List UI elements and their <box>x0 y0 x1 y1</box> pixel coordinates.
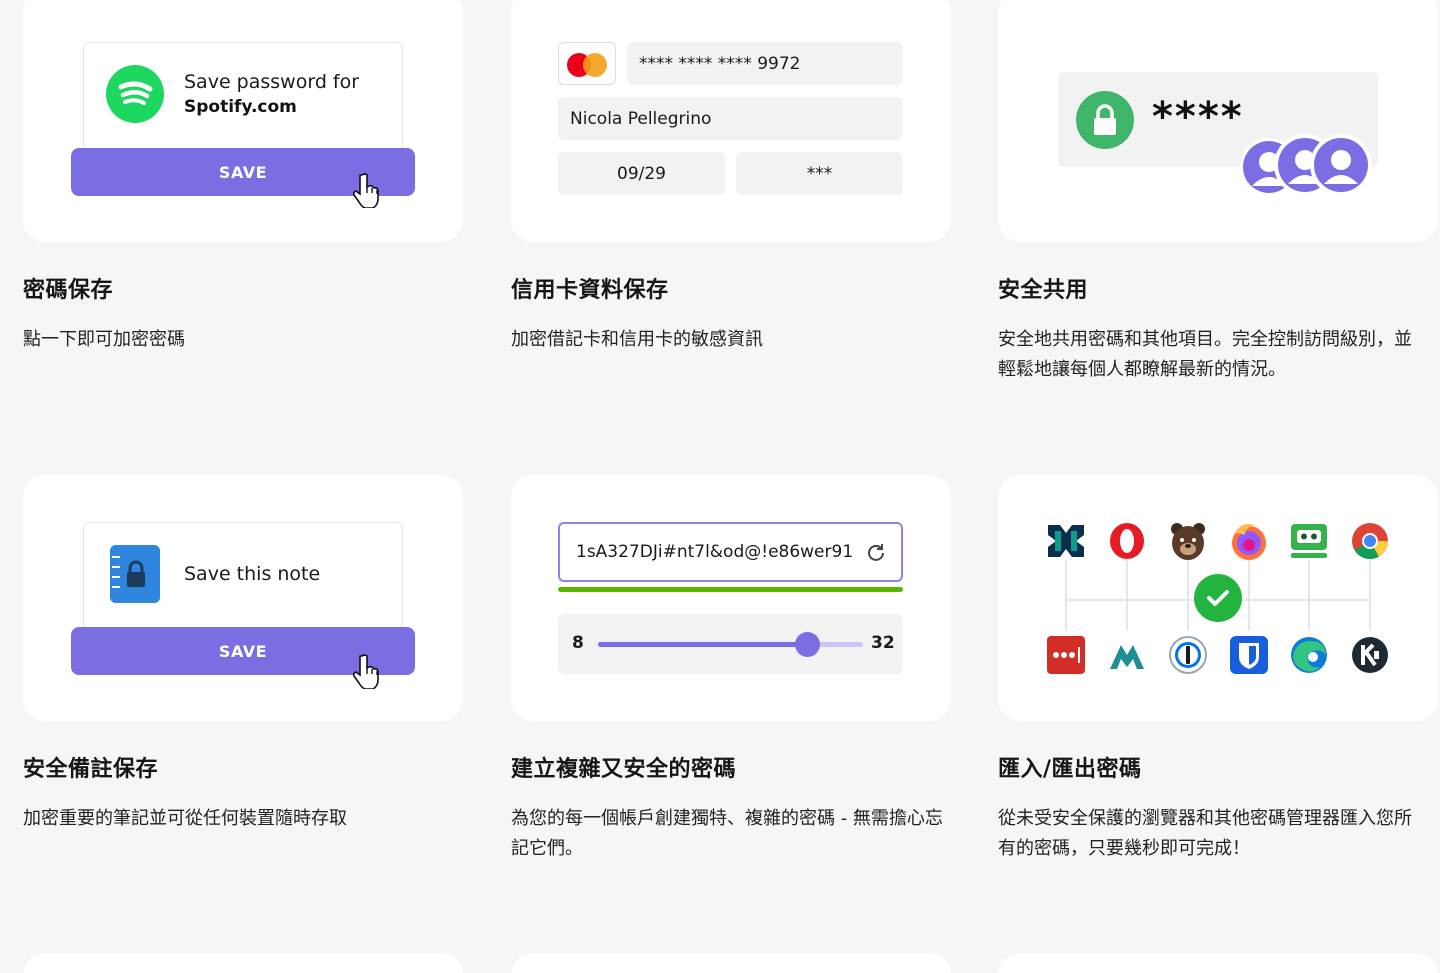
bitwarden-icon <box>1229 635 1269 675</box>
popup-line1: Save password for <box>184 71 360 93</box>
save-note-popup: Save this note <box>83 522 403 632</box>
spotify-icon <box>106 65 164 123</box>
next-feature-card <box>998 953 1438 973</box>
feature-title-sharing: 安全共用 <box>998 278 1089 303</box>
feature-title-password: 密碼保存 <box>23 278 114 303</box>
notebook-icon <box>110 545 160 603</box>
cardholder-name-field[interactable]: Nicola Pellegrino <box>558 97 903 140</box>
slider-thumb[interactable] <box>795 632 821 657</box>
feature-desc-credit-card: 加密借記卡和信用卡的敏感資訊 <box>511 329 763 350</box>
credit-card-card: **** **** **** 9972 Nicola Pellegrino 09… <box>511 0 951 242</box>
feature-title-import-export: 匯入/匯出密碼 <box>998 757 1142 782</box>
opera-icon <box>1107 521 1147 561</box>
hand-cursor-icon <box>353 173 379 208</box>
chrome-icon <box>1350 521 1390 561</box>
1password-icon <box>1168 635 1208 675</box>
generated-password-field[interactable]: 1sA327DJi#nt7l&od@!e86wer91 <box>558 522 903 582</box>
cvv-field[interactable]: *** <box>736 152 903 195</box>
password-generator-card: 1sA327DJi#nt7l&od@!e86wer91 8 32 <box>511 475 951 721</box>
hand-cursor-icon <box>353 654 379 689</box>
import-export-card <box>998 475 1438 721</box>
expiry-field[interactable]: 09/29 <box>558 152 725 195</box>
password-save-card: Save password for Spotify.com SAVE <box>23 0 463 242</box>
save-password-popup: Save password for Spotify.com <box>83 42 403 152</box>
refresh-icon[interactable] <box>865 542 887 564</box>
mastercard-icon <box>558 42 616 85</box>
edge-icon <box>1289 635 1329 675</box>
feature-title-generator: 建立複雜又安全的密碼 <box>511 757 737 782</box>
next-feature-card <box>511 953 951 973</box>
check-icon <box>1194 574 1242 622</box>
feature-desc-note: 加密重要的筆記並可從任何裝置隨時存取 <box>23 808 347 829</box>
firefox-icon <box>1229 521 1269 561</box>
popup-line2: Spotify.com <box>184 97 297 117</box>
keeper-icon <box>1350 635 1390 675</box>
card-number-field[interactable]: **** **** **** 9972 <box>627 42 903 85</box>
feature-desc-password: 點一下即可加密密碼 <box>23 329 185 350</box>
feature-title-note: 安全備註保存 <box>23 757 159 782</box>
slider-min-label: 8 <box>572 633 584 653</box>
feature-desc-sharing: 安全地共用密碼和其他項目。完全控制訪問級別，並輕鬆地讓每個人都瞭解最新的情況。 <box>998 329 1412 380</box>
strength-bar <box>558 587 903 592</box>
user-avatar-icon <box>1310 134 1372 196</box>
slider-fill <box>598 642 808 647</box>
slider-max-label: 32 <box>871 633 895 653</box>
roboform-bear-icon <box>1168 521 1208 561</box>
lastpass-icon <box>1046 635 1086 675</box>
secure-sharing-card: **** <box>998 0 1438 242</box>
lastpass-alt-icon <box>1046 521 1086 561</box>
secure-note-card: Save this note SAVE <box>23 475 463 721</box>
lock-icon <box>1076 91 1134 149</box>
dashlane-icon <box>1289 521 1329 561</box>
slider-track[interactable] <box>598 632 863 657</box>
feature-desc-import-export: 從未受安全保護的瀏覽器和其他密碼管理器匯入您所有的密碼，只要幾秒即可完成！ <box>998 808 1412 859</box>
nordpass-icon <box>1107 635 1147 675</box>
note-label: Save this note <box>184 563 321 585</box>
features-page: Save password for Spotify.com SAVE 密碼保存 … <box>0 0 1440 973</box>
masked-password: **** <box>1152 94 1244 140</box>
feature-title-credit-card: 信用卡資料保存 <box>511 278 669 303</box>
generated-password: 1sA327DJi#nt7l&od@!e86wer91 <box>576 542 854 562</box>
next-feature-card <box>23 953 463 973</box>
feature-desc-generator: 為您的每一個帳戶創建獨特、複雜的密碼 - 無需擔心忘記它們。 <box>511 808 943 859</box>
length-slider-box: 8 32 <box>558 614 903 674</box>
